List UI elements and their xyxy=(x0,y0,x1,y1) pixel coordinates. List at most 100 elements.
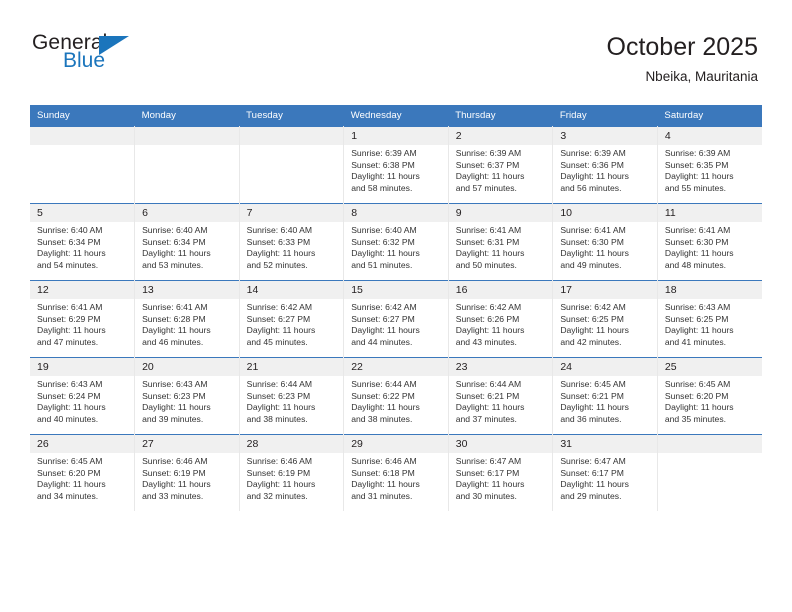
day-cell-inner: 22 Sunrise: 6:44 AM Sunset: 6:22 PM Dayligh… xyxy=(344,358,448,434)
calendar-day-cell[interactable]: 8 Sunrise: 6:40 AM Sunset: 6:32 PM Daylight… xyxy=(343,203,449,281)
sunset-line: Sunset: 6:27 PM xyxy=(351,313,415,324)
sunset-line: Sunset: 6:28 PM xyxy=(142,313,206,324)
sunset-line: Sunset: 6:24 PM xyxy=(37,390,101,401)
day-number: 18 xyxy=(657,281,762,299)
day-number: 4 xyxy=(657,127,762,145)
calendar-day-cell[interactable]: 2 Sunrise: 6:39 AM Sunset: 6:37 PM Daylight… xyxy=(448,126,554,204)
daylight-line: Daylight: 11 hours xyxy=(560,479,629,490)
day-cell-inner: 17 Sunrise: 6:42 AM Sunset: 6:25 PM Dayligh… xyxy=(553,281,657,357)
sunrise-line: Sunrise: 6:39 AM xyxy=(664,148,731,158)
calendar-day-cell[interactable]: 12 Sunrise: 6:41 AM Sunset: 6:29 PM Dayligh… xyxy=(30,280,136,358)
daylight-line-cont: and 55 minutes. xyxy=(664,182,727,193)
calendar-day-cell[interactable]: 9 Sunrise: 6:41 AM Sunset: 6:31 PM Daylight… xyxy=(448,203,554,281)
sunset-line: Sunset: 6:17 PM xyxy=(455,467,520,478)
daylight-line: Daylight: 11 hours xyxy=(142,479,211,490)
daylight-line: Daylight: 11 hours xyxy=(455,402,525,413)
calendar-day-cell[interactable]: 3 Sunrise: 6:39 AM Sunset: 6:36 PM Daylight… xyxy=(552,126,658,204)
calendar-day-cell[interactable]: 16 Sunrise: 6:42 AM Sunset: 6:26 PM Dayligh… xyxy=(448,280,554,358)
sunrise-line: Sunrise: 6:39 AM xyxy=(455,148,522,158)
calendar-day-cell[interactable]: 1 Sunrise: 6:39 AM Sunset: 6:38 PM Daylight… xyxy=(343,126,449,204)
page-title: October 2025 xyxy=(606,33,759,61)
calendar-day-cell[interactable]: 24 Sunrise: 6:45 AM Sunset: 6:21 PM Dayligh… xyxy=(552,357,658,435)
day-cell-inner: 30 Sunrise: 6:47 AM Sunset: 6:17 PM Dayligh… xyxy=(448,435,553,511)
calendar-day-cell[interactable]: 10 Sunrise: 6:41 AM Sunset: 6:30 PM Dayligh… xyxy=(552,203,658,281)
calendar-day-cell[interactable]: 21 Sunrise: 6:44 AM Sunset: 6:23 PM Dayligh… xyxy=(239,357,345,435)
day-cell-inner: 1 Sunrise: 6:39 AM Sunset: 6:38 PM Daylight… xyxy=(344,127,448,203)
day-details: Sunrise: 6:39 AM Sunset: 6:38 PM Daylight:… xyxy=(344,145,448,194)
day-number: 16 xyxy=(448,281,553,299)
day-number: 21 xyxy=(239,358,344,376)
day-cell-inner: 6 Sunrise: 6:40 AM Sunset: 6:34 PM Daylight… xyxy=(135,204,239,280)
day-details: Sunrise: 6:39 AM Sunset: 6:36 PM Daylight:… xyxy=(553,145,657,194)
daylight-line-cont: and 31 minutes. xyxy=(351,490,413,501)
day-cell-inner: 29 Sunrise: 6:46 AM Sunset: 6:18 PM Dayligh… xyxy=(344,435,448,511)
calendar-day-cell[interactable]: 27 Sunrise: 6:46 AM Sunset: 6:19 PM Dayligh… xyxy=(134,434,240,511)
sunrise-line: Sunrise: 6:41 AM xyxy=(560,225,626,235)
daylight-line: Daylight: 11 hours xyxy=(560,248,629,259)
calendar-day-cell[interactable]: 23 Sunrise: 6:44 AM Sunset: 6:21 PM Dayligh… xyxy=(448,357,554,435)
sunset-line: Sunset: 6:20 PM xyxy=(37,467,101,478)
sunrise-line: Sunrise: 6:40 AM xyxy=(351,225,417,235)
calendar-day-cell[interactable]: 7 Sunrise: 6:40 AM Sunset: 6:33 PM Daylight… xyxy=(239,203,345,281)
day-cell-inner: 28 Sunrise: 6:46 AM Sunset: 6:19 PM Dayligh… xyxy=(239,435,344,511)
calendar-day-cell[interactable]: 28 Sunrise: 6:46 AM Sunset: 6:19 PM Dayligh… xyxy=(239,434,345,511)
calendar-day-cell[interactable]: 30 Sunrise: 6:47 AM Sunset: 6:17 PM Dayligh… xyxy=(448,434,554,511)
daylight-line-cont: and 34 minutes. xyxy=(37,490,99,501)
day-cell-inner: 2 Sunrise: 6:39 AM Sunset: 6:37 PM Daylight… xyxy=(448,127,553,203)
day-details: Sunrise: 6:40 AM Sunset: 6:34 PM Daylight:… xyxy=(30,222,134,271)
title-block: October 2025 Nbeika, Mauritania xyxy=(607,32,759,84)
calendar-day-cell[interactable]: 6 Sunrise: 6:40 AM Sunset: 6:34 PM Daylight… xyxy=(134,203,240,281)
sunset-line: Sunset: 6:34 PM xyxy=(37,236,101,247)
sunrise-line: Sunrise: 6:47 AM xyxy=(560,456,626,466)
calendar-day-cell[interactable]: 5 Sunrise: 6:40 AM Sunset: 6:34 PM Daylight… xyxy=(30,203,136,281)
daylight-line-cont: and 52 minutes. xyxy=(246,259,308,270)
calendar-day-cell-empty xyxy=(239,126,345,204)
sunrise-line: Sunrise: 6:44 AM xyxy=(351,379,417,389)
general-blue-logo[interactable]: General Blue xyxy=(30,32,190,84)
day-details: Sunrise: 6:43 AM Sunset: 6:25 PM Daylight:… xyxy=(658,299,762,348)
day-number xyxy=(657,435,762,453)
calendar-day-cell[interactable]: 29 Sunrise: 6:46 AM Sunset: 6:18 PM Dayligh… xyxy=(343,434,449,511)
day-details: Sunrise: 6:41 AM Sunset: 6:31 PM Daylight:… xyxy=(449,222,553,271)
day-number: 25 xyxy=(657,358,762,376)
calendar-day-cell[interactable]: 4 Sunrise: 6:39 AM Sunset: 6:35 PM Daylight… xyxy=(657,126,762,204)
sunrise-line: Sunrise: 6:45 AM xyxy=(560,379,626,389)
calendar-day-cell[interactable]: 17 Sunrise: 6:42 AM Sunset: 6:25 PM Dayligh… xyxy=(552,280,658,358)
day-cell-inner: 27 Sunrise: 6:46 AM Sunset: 6:19 PM Dayligh… xyxy=(135,435,239,511)
daylight-line-cont: and 40 minutes. xyxy=(37,413,99,424)
day-number: 27 xyxy=(135,435,239,453)
daylight-line: Daylight: 11 hours xyxy=(246,248,316,259)
calendar-day-cell[interactable]: 14 Sunrise: 6:42 AM Sunset: 6:27 PM Dayligh… xyxy=(239,280,345,358)
calendar-day-cell[interactable]: 11 Sunrise: 6:41 AM Sunset: 6:30 PM Dayligh… xyxy=(657,203,762,281)
calendar-day-cell[interactable]: 18 Sunrise: 6:43 AM Sunset: 6:25 PM Dayligh… xyxy=(657,280,762,358)
calendar-day-cell-empty xyxy=(134,126,240,204)
calendar-day-cell[interactable]: 26 Sunrise: 6:45 AM Sunset: 6:20 PM Dayligh… xyxy=(30,434,136,511)
calendar-day-cell[interactable]: 13 Sunrise: 6:41 AM Sunset: 6:28 PM Dayligh… xyxy=(134,280,240,358)
calendar-week-row: 5 Sunrise: 6:40 AM Sunset: 6:34 PM Daylight… xyxy=(30,203,762,281)
calendar-week-row: 12 Sunrise: 6:41 AM Sunset: 6:29 PM Dayligh… xyxy=(30,280,762,358)
sunset-line: Sunset: 6:23 PM xyxy=(246,390,311,401)
daylight-line-cont: and 53 minutes. xyxy=(142,259,204,270)
day-number xyxy=(135,127,239,145)
day-cell-inner: 25 Sunrise: 6:45 AM Sunset: 6:20 PM Dayligh… xyxy=(657,358,762,434)
day-cell-inner: 26 Sunrise: 6:45 AM Sunset: 6:20 PM Dayligh… xyxy=(30,435,135,511)
weekday-header-row: Sunday Monday Tuesday Wednesday Thursday Frid… xyxy=(30,105,762,127)
calendar-day-cell[interactable]: 19 Sunrise: 6:43 AM Sunset: 6:24 PM Dayligh… xyxy=(30,357,136,435)
calendar-day-cell[interactable]: 20 Sunrise: 6:43 AM Sunset: 6:23 PM Dayligh… xyxy=(134,357,240,435)
day-details: Sunrise: 6:42 AM Sunset: 6:27 PM Daylight:… xyxy=(344,299,448,348)
daylight-line-cont: and 37 minutes. xyxy=(455,413,517,424)
day-number: 2 xyxy=(448,127,553,145)
day-cell-inner: 16 Sunrise: 6:42 AM Sunset: 6:26 PM Dayligh… xyxy=(448,281,553,357)
calendar-day-cell[interactable]: 22 Sunrise: 6:44 AM Sunset: 6:22 PM Dayligh… xyxy=(343,357,449,435)
calendar-day-cell[interactable]: 31 Sunrise: 6:47 AM Sunset: 6:17 PM Dayligh… xyxy=(552,434,658,511)
day-cell-inner: 20 Sunrise: 6:43 AM Sunset: 6:23 PM Dayligh… xyxy=(135,358,239,434)
weekday-header-tuesday: Tuesday xyxy=(239,105,344,127)
calendar-day-cell[interactable]: 25 Sunrise: 6:45 AM Sunset: 6:20 PM Dayligh… xyxy=(657,357,762,435)
sunset-line: Sunset: 6:38 PM xyxy=(351,159,415,170)
weekday-header-saturday: Saturday xyxy=(657,105,762,127)
page-subtitle: Nbeika, Mauritania xyxy=(645,68,758,84)
day-details: Sunrise: 6:41 AM Sunset: 6:29 PM Daylight:… xyxy=(30,299,134,348)
calendar-day-cell[interactable]: 15 Sunrise: 6:42 AM Sunset: 6:27 PM Dayligh… xyxy=(343,280,449,358)
calendar-week-row: 26 Sunrise: 6:45 AM Sunset: 6:20 PM Dayligh… xyxy=(30,434,762,511)
daylight-line: Daylight: 11 hours xyxy=(351,325,420,336)
